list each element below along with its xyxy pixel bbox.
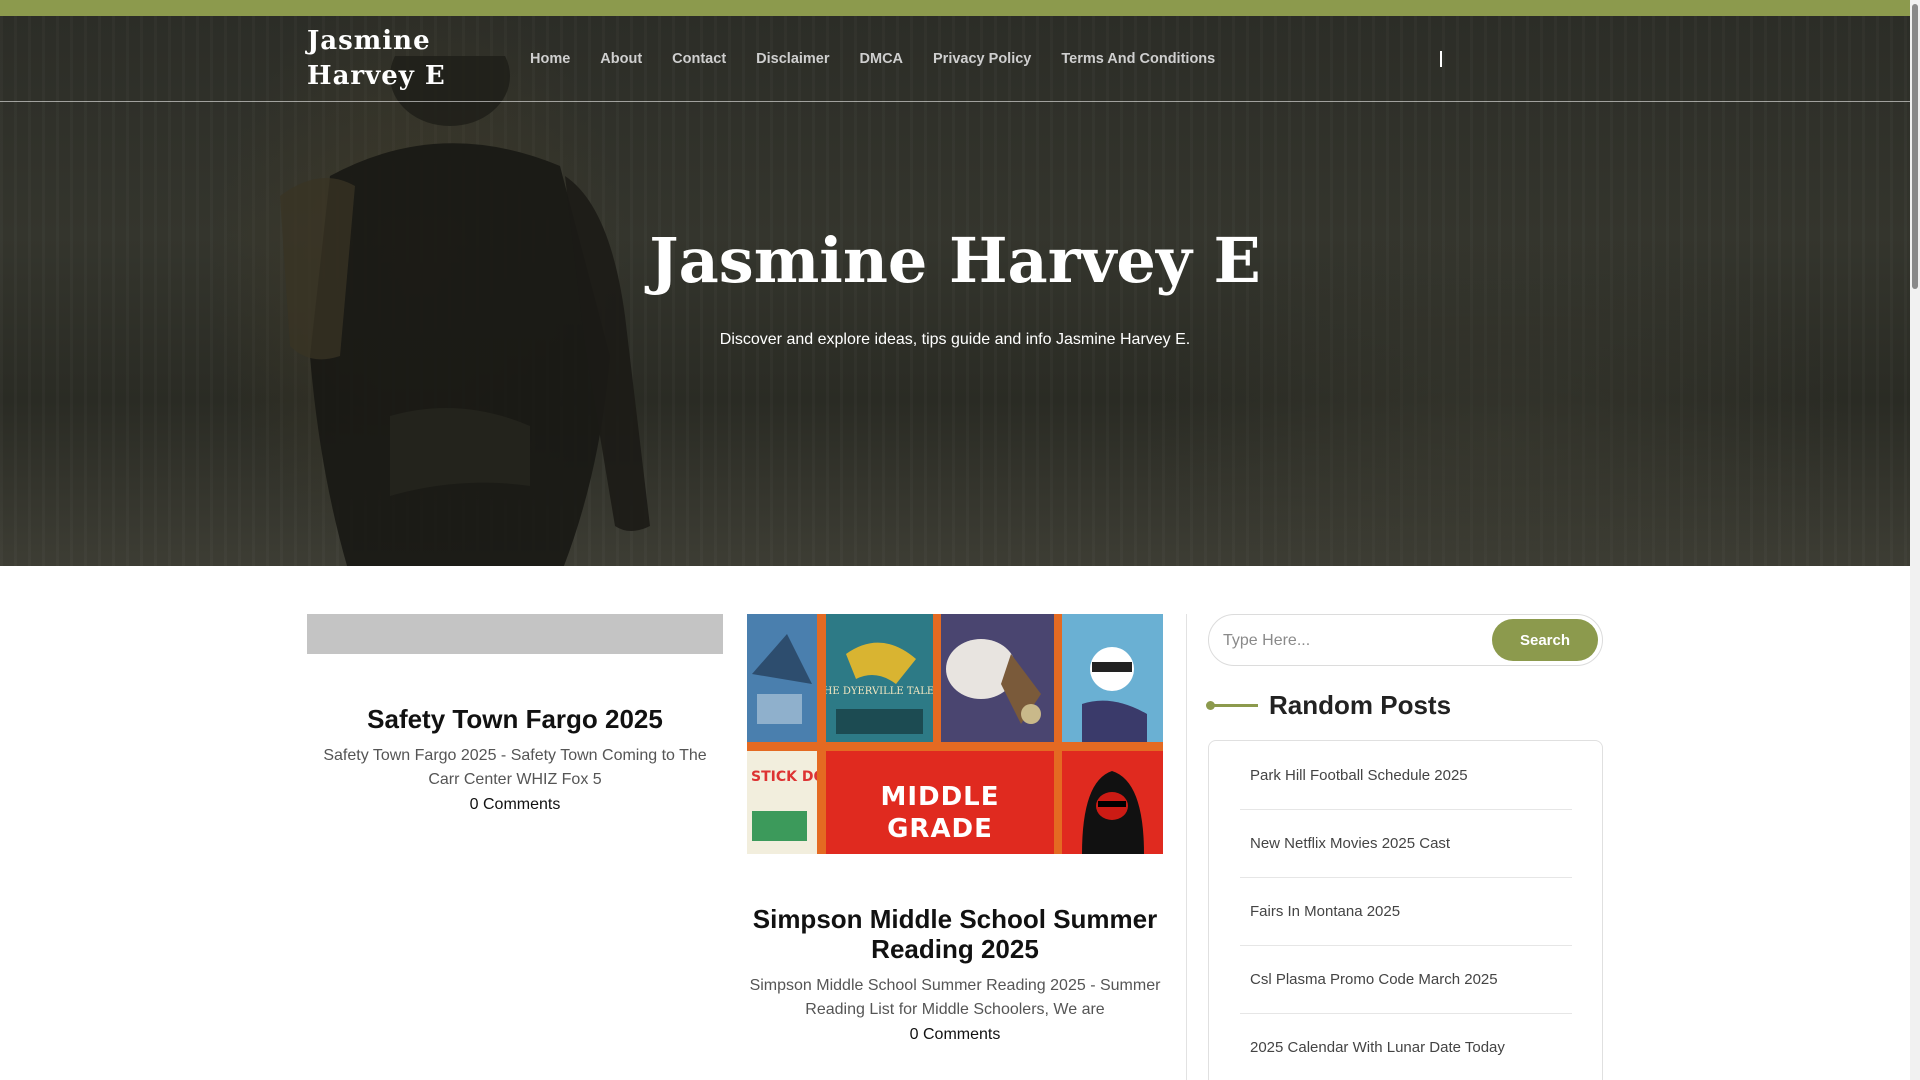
middle-grade-banner: MIDDLE GRADE [826,751,1054,854]
book-cover-tile [747,614,817,742]
search-button[interactable]: Search [1492,619,1598,661]
search-input[interactable] [1221,625,1475,657]
random-post-item[interactable]: 2025 Calendar With Lunar Date Today [1240,1014,1572,1080]
post-comments-count[interactable]: 0 Comments [747,1026,1163,1044]
page: Jasmine Harvey E Discover and explore id… [0,0,1910,1080]
main-nav: Home About Contact Disclaimer DMCA Priva… [530,16,1215,101]
nav-disclaimer[interactable]: Disclaimer [756,51,829,67]
book-cover-tile [1062,751,1163,854]
book-cover-dyerville: THE DYERVILLE TALES [826,614,933,742]
nav-about[interactable]: About [600,51,642,67]
post-thumbnail[interactable]: THE DYERVILLE TALES STICK DOG MIDDLE GRA… [747,614,1163,854]
post-excerpt: Safety Town Fargo 2025 - Safety Town Com… [323,747,707,788]
top-accent-bar [0,0,1910,16]
sidebar-divider [1186,614,1187,1080]
post-thumbnail-placeholder[interactable] [307,614,723,654]
nav-separator [1440,51,1442,67]
book-cover-text: STICK DOG [751,769,817,785]
post-card: THE DYERVILLE TALES STICK DOG MIDDLE GRA… [747,614,1163,1044]
hiker-silhouette-image [280,56,650,566]
nav-dmca[interactable]: DMCA [860,51,904,67]
banner-line-1: MIDDLE [880,782,1000,812]
banner-line-2: GRADE [887,814,993,844]
hero-title: Jasmine Harvey E [649,224,1261,297]
search-form: Search [1208,614,1603,666]
post-card: Safety Town Fargo 2025 Safety Town Fargo… [307,614,723,814]
random-post-item[interactable]: Csl Plasma Promo Code March 2025 [1240,946,1572,1014]
random-post-item[interactable]: Fairs In Montana 2025 [1240,878,1572,946]
random-posts-list: Park Hill Football Schedule 2025 New Net… [1240,741,1572,1080]
random-post-item[interactable]: Park Hill Football Schedule 2025 [1240,742,1572,810]
book-cover-title: THE DYERVILLE TALES [826,686,933,697]
nav-home[interactable]: Home [530,51,570,67]
book-cover-tile [941,614,1054,742]
post-comments-count[interactable]: 0 Comments [307,796,723,814]
nav-terms-and-conditions[interactable]: Terms And Conditions [1061,51,1215,67]
page-scrollbar[interactable] [1910,0,1920,1080]
post-title[interactable]: Simpson Middle School Summer Reading 202… [747,904,1163,964]
random-posts-widget: Park Hill Football Schedule 2025 New Net… [1208,740,1603,1080]
random-posts-title: Random Posts [1269,689,1452,720]
book-cover-tile [1062,614,1163,742]
random-posts-heading: Random Posts [1206,688,1452,722]
random-post-item[interactable]: New Netflix Movies 2025 Cast [1240,810,1572,878]
nav-privacy-policy[interactable]: Privacy Policy [933,51,1031,67]
book-cover-stick-dog: STICK DOG [747,751,817,854]
site-logo[interactable]: Jasmine Harvey E [307,24,457,94]
heading-decoration-icon [1206,700,1258,710]
site-header: Jasmine Harvey E Home About Contact Disc… [0,16,1910,102]
nav-contact[interactable]: Contact [672,51,726,67]
post-excerpt: Simpson Middle School Summer Reading 202… [749,977,1161,1018]
scrollbar-thumb[interactable] [1912,4,1918,289]
hero-subtitle: Discover and explore ideas, tips guide a… [719,331,1191,348]
post-title[interactable]: Safety Town Fargo 2025 [307,704,723,734]
